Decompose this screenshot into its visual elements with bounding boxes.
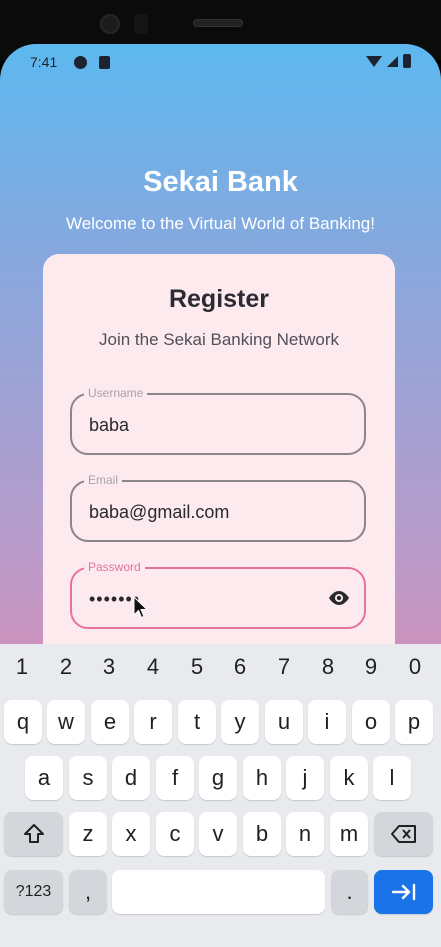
- key-p[interactable]: p: [395, 700, 433, 744]
- app-title: Sekai Bank: [143, 166, 298, 198]
- space-key[interactable]: [112, 870, 325, 914]
- key-a[interactable]: a: [25, 756, 63, 800]
- key-9[interactable]: 9: [349, 654, 393, 680]
- app-subtitle: Welcome to the Virtual World of Banking!: [66, 214, 375, 233]
- key-j[interactable]: j: [286, 756, 324, 800]
- status-time: 7:41: [30, 54, 58, 70]
- key-6[interactable]: 6: [218, 654, 262, 680]
- key-e[interactable]: e: [91, 700, 129, 744]
- key-7[interactable]: 7: [262, 654, 306, 680]
- key-8[interactable]: 8: [306, 654, 350, 680]
- key-l[interactable]: l: [373, 756, 411, 800]
- key-3[interactable]: 3: [87, 654, 131, 680]
- soft-keyboard: 1 2 3 4 5 6 7 8 9 0 q w e r t y u i o p …: [0, 644, 441, 947]
- backspace-key[interactable]: [374, 812, 433, 856]
- shift-key[interactable]: [4, 812, 63, 856]
- key-4[interactable]: 4: [131, 654, 175, 680]
- password-field[interactable]: Password •••••••: [70, 560, 366, 629]
- sensor: [134, 14, 148, 34]
- register-card: Register Join the Sekai Banking Network …: [43, 254, 395, 694]
- key-x[interactable]: x: [112, 812, 150, 856]
- key-5[interactable]: 5: [175, 654, 219, 680]
- key-1[interactable]: 1: [0, 654, 44, 680]
- earpiece-speaker: [193, 19, 243, 27]
- status-bar: 7:41: [0, 44, 441, 82]
- mouse-cursor-icon: [133, 596, 149, 619]
- next-field-key[interactable]: [374, 870, 433, 914]
- backspace-icon: [390, 825, 416, 843]
- key-h[interactable]: h: [243, 756, 281, 800]
- key-o[interactable]: o: [352, 700, 390, 744]
- battery-icon: [403, 54, 411, 68]
- key-w[interactable]: w: [47, 700, 85, 744]
- email-field[interactable]: Email baba@gmail.com: [70, 473, 366, 542]
- username-value: baba: [89, 415, 130, 435]
- front-camera: [100, 14, 120, 34]
- key-n[interactable]: n: [286, 812, 324, 856]
- register-title: Register: [168, 285, 270, 313]
- show-password-eye-icon[interactable]: [327, 588, 351, 608]
- key-s[interactable]: s: [69, 756, 107, 800]
- signal-icon: [387, 55, 398, 67]
- navigation-bar: [0, 940, 441, 947]
- key-0[interactable]: 0: [393, 654, 437, 680]
- username-field[interactable]: Username baba: [70, 386, 366, 455]
- symbols-key[interactable]: ?123: [4, 870, 63, 914]
- key-k[interactable]: k: [330, 756, 368, 800]
- key-g[interactable]: g: [199, 756, 237, 800]
- app-notification-icon: [74, 56, 87, 69]
- key-c[interactable]: c: [156, 812, 194, 856]
- key-r[interactable]: r: [134, 700, 172, 744]
- shift-arrow-icon: [23, 824, 44, 843]
- register-subtitle: Join the Sekai Banking Network: [98, 330, 340, 349]
- tab-next-icon: [391, 883, 415, 901]
- username-label: Username: [84, 386, 148, 400]
- key-z[interactable]: z: [69, 812, 107, 856]
- key-i[interactable]: i: [308, 700, 346, 744]
- wifi-icon: [366, 55, 382, 67]
- key-m[interactable]: m: [330, 812, 368, 856]
- number-row: 1 2 3 4 5 6 7 8 9 0: [0, 654, 441, 686]
- key-2[interactable]: 2: [44, 654, 88, 680]
- app-screen: 7:41 Sekai Bank Welcome to the Virtual W…: [0, 44, 441, 947]
- email-value: baba@gmail.com: [89, 502, 230, 522]
- key-u[interactable]: u: [265, 700, 303, 744]
- period-key[interactable]: .: [331, 870, 368, 914]
- comma-key[interactable]: ,: [69, 870, 107, 914]
- status-right-icons: [366, 54, 411, 68]
- key-t[interactable]: t: [178, 700, 216, 744]
- password-label: Password: [84, 560, 145, 574]
- email-label: Email: [84, 473, 123, 487]
- key-d[interactable]: d: [112, 756, 150, 800]
- key-v[interactable]: v: [199, 812, 237, 856]
- key-f[interactable]: f: [156, 756, 194, 800]
- key-y[interactable]: y: [221, 700, 259, 744]
- key-q[interactable]: q: [4, 700, 42, 744]
- key-b[interactable]: b: [243, 812, 281, 856]
- sim-card-icon: [99, 56, 110, 69]
